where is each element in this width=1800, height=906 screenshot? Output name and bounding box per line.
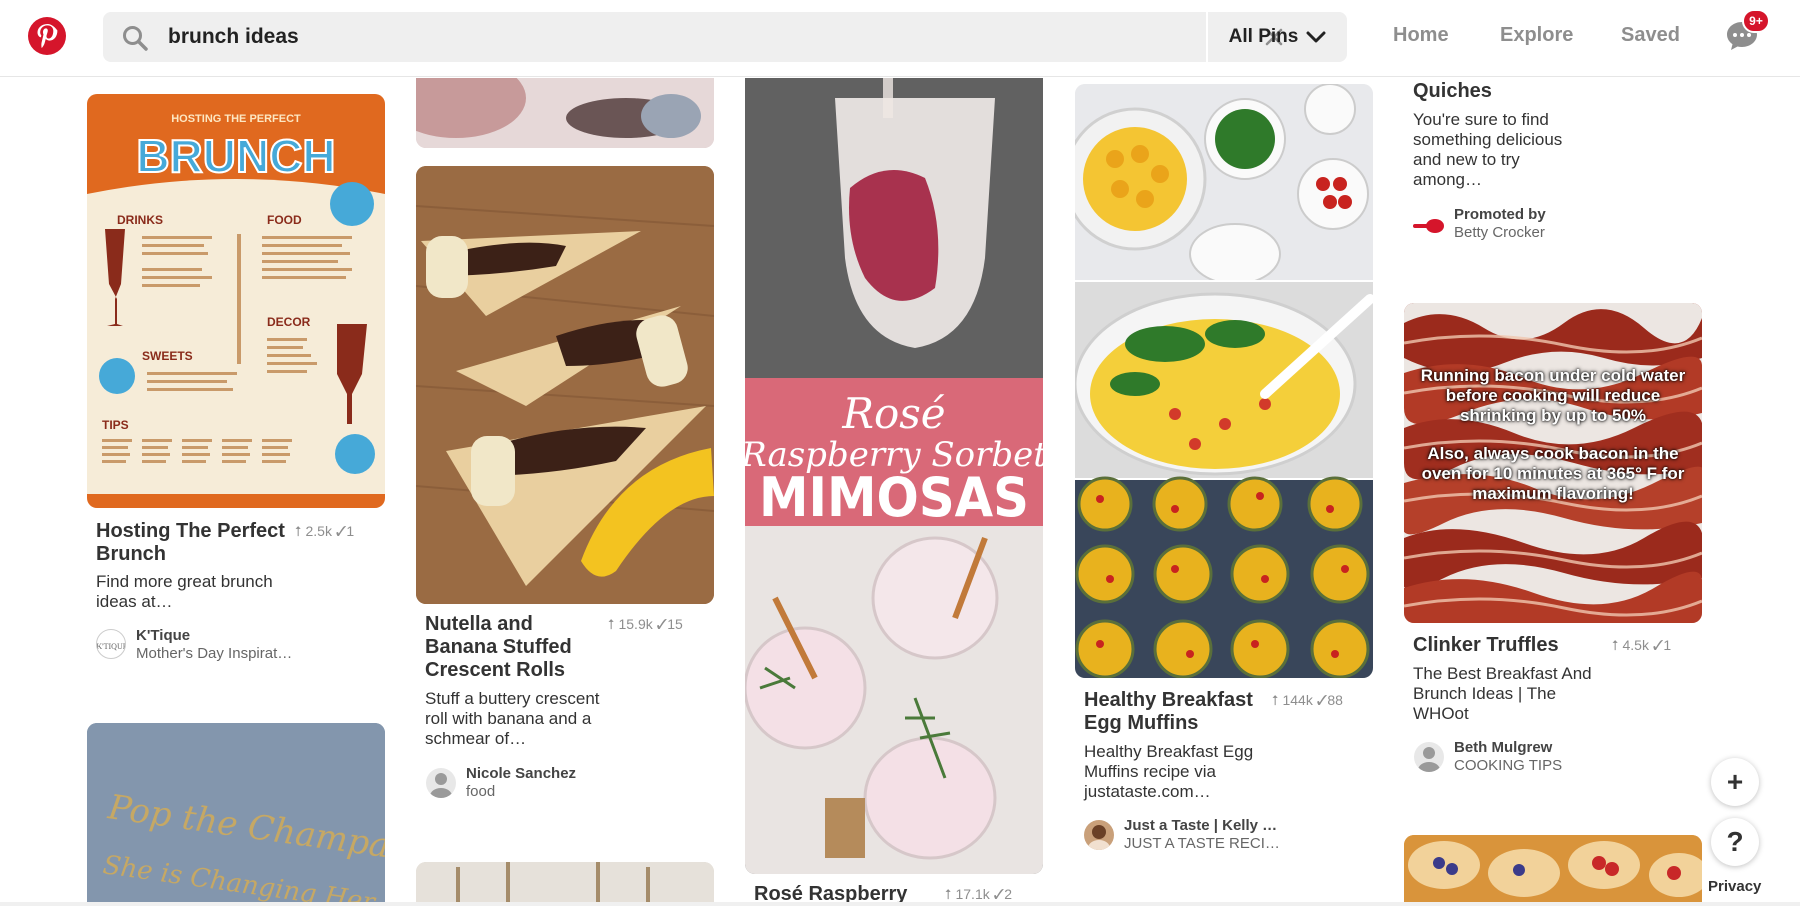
pin-attr-name-bacon[interactable]: Beth Mulgrew bbox=[1454, 739, 1552, 756]
mimosa-overlay-line-1: Rosé bbox=[841, 389, 945, 438]
avatar[interactable] bbox=[1084, 820, 1114, 850]
search-icon bbox=[123, 26, 148, 51]
egg-muffins-graphic bbox=[1075, 84, 1373, 678]
pin-stats-mimosa: ⭡ 17.1k ✓2 bbox=[945, 886, 1012, 903]
pin-attr-board-brunch[interactable]: Mother's Day Inspirat… bbox=[136, 645, 292, 662]
pin-tried-icon: ✓ bbox=[1316, 692, 1328, 708]
pin-image-tarts[interactable] bbox=[1404, 835, 1702, 906]
pin-attr-board-nutella[interactable]: food bbox=[466, 783, 495, 800]
pin-stats-bacon: ⭡ 4.5k ✓1 bbox=[1612, 637, 1671, 654]
bacon-tip-overlay-2: Also, always cook bacon in the oven for … bbox=[1421, 444, 1685, 503]
pin-saves-mimosa: 17.1k bbox=[955, 886, 990, 902]
pin-image-mimosas[interactable]: Rosé Raspberry Sorbet MIMOSAS bbox=[745, 78, 1043, 874]
poster-section-drinks: DRINKS bbox=[117, 213, 163, 227]
pin-title-muffins[interactable]: Healthy Breakfast Egg Muffins bbox=[1084, 689, 1264, 735]
pinterest-logo-icon[interactable] bbox=[28, 17, 66, 55]
pin-stats-brunch: ⭡ 2.5k ✓1 bbox=[295, 523, 354, 540]
avatar[interactable] bbox=[1414, 742, 1444, 772]
pin-tried-icon: ✓ bbox=[656, 616, 668, 632]
search-input[interactable] bbox=[168, 12, 1248, 62]
add-pin-button[interactable]: + bbox=[1711, 758, 1759, 806]
chevron-down-icon bbox=[1306, 31, 1326, 43]
pin-image-champagne-banner[interactable]: Pop the Champagne She is Changing Her Na… bbox=[87, 723, 385, 906]
brunch-poster-graphic: HOSTING THE PERFECT BRUNCH DRINKS FOOD D… bbox=[87, 94, 385, 508]
pin-saves-muffins: 144k bbox=[1282, 692, 1313, 708]
pin-attr-board-bacon[interactable]: COOKING TIPS bbox=[1454, 757, 1562, 774]
promoted-label: Promoted by bbox=[1454, 206, 1546, 223]
avatar[interactable] bbox=[426, 768, 456, 798]
pin-tried-icon: ✓ bbox=[993, 886, 1005, 902]
top-navigation-bar: All Pins Home Explore Saved 9+ bbox=[0, 0, 1800, 77]
poster-section-sweets: SWEETS bbox=[142, 349, 193, 363]
pin-title-bacon[interactable]: Clinker Truffles bbox=[1413, 634, 1593, 657]
notification-badge: 9+ bbox=[1742, 9, 1770, 33]
pin-desc-muffins: Healthy Breakfast Egg Muffins recipe via… bbox=[1084, 742, 1254, 801]
pin-attr-board-muffins[interactable]: JUST A TASTE RECI… bbox=[1124, 835, 1280, 852]
pin-tried-mimosa: 2 bbox=[1004, 886, 1012, 902]
mimosa-overlay-line-3: MIMOSAS bbox=[759, 466, 1029, 529]
pin-saves-icon: ⭡ bbox=[1612, 637, 1623, 653]
pin-saves-icon: ⭡ bbox=[608, 616, 619, 632]
pin-attr-name-muffins[interactable]: Just a Taste | Kelly … bbox=[1124, 817, 1277, 834]
tarts-graphic bbox=[1404, 835, 1702, 906]
pin-saves-nutella: 15.9k bbox=[618, 616, 653, 632]
help-button[interactable]: ? bbox=[1711, 818, 1759, 866]
promoted-by-name[interactable]: Betty Crocker bbox=[1454, 224, 1545, 241]
pin-image-top-cropped[interactable] bbox=[416, 78, 714, 148]
champagne-banner-graphic: Pop the Champagne She is Changing Her Na… bbox=[87, 723, 385, 906]
search-bar: All Pins bbox=[103, 12, 1347, 62]
pin-attr-name-nutella[interactable]: Nicole Sanchez bbox=[466, 765, 576, 782]
pin-saves-icon: ⭡ bbox=[945, 886, 956, 902]
pin-desc-quiches: You're sure to find something delicious … bbox=[1413, 110, 1563, 189]
pin-saves-bacon: 4.5k bbox=[1622, 637, 1649, 653]
pin-stats-nutella: ⭡ 15.9k ✓15 bbox=[608, 616, 683, 633]
pin-title-nutella[interactable]: Nutella and Banana Stuffed Crescent Roll… bbox=[425, 613, 600, 682]
pin-stats-muffins: ⭡ 144k ✓88 bbox=[1272, 692, 1343, 709]
pin-saves-icon: ⭡ bbox=[1272, 692, 1283, 708]
nutella-rolls-graphic bbox=[416, 166, 714, 604]
pin-tried-muffins: 88 bbox=[1327, 692, 1343, 708]
pin-image-brunch-poster[interactable]: HOSTING THE PERFECT BRUNCH DRINKS FOOD D… bbox=[87, 94, 385, 508]
avatar[interactable]: K'TIQUE bbox=[96, 629, 126, 659]
poster-subheading: HOSTING THE PERFECT bbox=[171, 113, 301, 125]
poster-section-decor: DECOR bbox=[267, 315, 311, 329]
bacon-tip-overlay-1: Running bacon under cold water before co… bbox=[1420, 366, 1686, 425]
pin-desc-nutella: Stuff a buttery crescent roll with banan… bbox=[425, 689, 600, 748]
search-scope-label: All Pins bbox=[1228, 26, 1299, 47]
poster-section-food: FOOD bbox=[267, 213, 302, 227]
nav-saved-link[interactable]: Saved bbox=[1621, 24, 1680, 47]
pin-image-egg-muffins[interactable] bbox=[1075, 84, 1373, 678]
pin-image-nutella-rolls[interactable] bbox=[416, 166, 714, 604]
pin-attr-name-brunch[interactable]: K'Tique bbox=[136, 627, 190, 644]
mimosas-graphic: Rosé Raspberry Sorbet MIMOSAS bbox=[745, 78, 1043, 874]
pin-image-bottom-cropped[interactable] bbox=[416, 862, 714, 906]
pin-tried-nutella: 15 bbox=[667, 616, 683, 632]
pin-saves-icon: ⭡ bbox=[295, 523, 306, 539]
search-scope-dropdown[interactable]: All Pins bbox=[1208, 12, 1347, 62]
poster-section-tips: TIPS bbox=[102, 418, 129, 432]
pin-title-brunch[interactable]: Hosting The Perfect Brunch bbox=[96, 520, 286, 566]
svg-text:K'TIQUE: K'TIQUE bbox=[97, 642, 126, 651]
pin-saves-brunch: 2.5k bbox=[305, 523, 332, 539]
pin-desc-bacon: The Best Breakfast And Brunch Ideas | Th… bbox=[1413, 664, 1592, 723]
pin-tried-bacon: 1 bbox=[1663, 637, 1672, 653]
bottom-divider bbox=[0, 902, 1800, 906]
cropped-stools-graphic bbox=[416, 862, 714, 906]
nav-home-link[interactable]: Home bbox=[1393, 24, 1449, 47]
cropped-food-graphic bbox=[416, 78, 714, 148]
pin-title-quiches[interactable]: Quiches bbox=[1413, 80, 1613, 103]
pin-tried-icon: ✓ bbox=[335, 523, 347, 539]
nav-explore-link[interactable]: Explore bbox=[1500, 24, 1573, 47]
pin-tried-brunch: 1 bbox=[346, 523, 355, 539]
pin-desc-brunch: Find more great brunch ideas at… bbox=[96, 572, 273, 611]
betty-crocker-spoon-icon bbox=[1413, 219, 1444, 233]
pin-tried-icon: ✓ bbox=[1652, 637, 1664, 653]
privacy-link[interactable]: Privacy bbox=[1708, 878, 1761, 895]
poster-heading: BRUNCH bbox=[136, 130, 335, 182]
